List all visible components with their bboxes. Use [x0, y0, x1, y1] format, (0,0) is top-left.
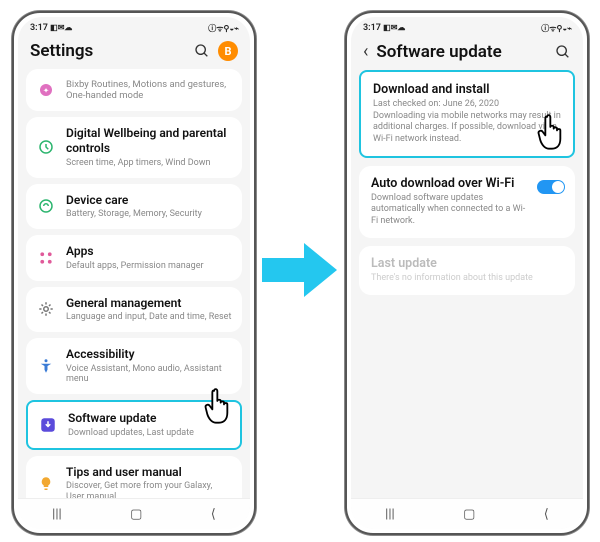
device-icon — [36, 196, 56, 216]
settings-item-sub: Voice Assistant, Mono audio, Assistant m… — [66, 364, 232, 386]
home-button[interactable]: ▢ — [463, 507, 475, 522]
status-right-icons: ⓘ ᯤ ⚲ ◒ ⌁ — [541, 23, 571, 34]
back-button[interactable]: ⟨ — [211, 507, 216, 522]
wellbeing-icon — [36, 137, 56, 157]
settings-item-general[interactable]: General managementLanguage and input, Da… — [26, 287, 242, 332]
settings-item-sub: Language and input, Date and time, Reset — [66, 312, 232, 323]
screen-software-update: 3:17 ◧ ✉ ☁ ⓘ ᯤ ⚲ ◒ ⌁ ‹ Software update D… — [351, 17, 583, 529]
settings-item-bixby[interactable]: ✦ Bixby Routines, Motions and gestures, O… — [26, 69, 242, 111]
page-title: Software update — [376, 42, 547, 62]
settings-item-sub: Battery, Storage, Memory, Security — [66, 209, 232, 220]
settings-item-title: Accessibility — [66, 347, 232, 363]
update-icon — [38, 415, 58, 435]
update-item-sub: Download software updates automatically … — [371, 193, 563, 228]
settings-item-sub: Download updates, Last update — [68, 428, 230, 439]
apps-icon — [36, 248, 56, 268]
settings-item-apps[interactable]: AppsDefault apps, Permission manager — [26, 235, 242, 280]
back-icon[interactable]: ‹ — [363, 41, 368, 62]
status-left-icons: ◧ ✉ ☁ — [383, 23, 404, 32]
bixby-icon: ✦ — [36, 80, 56, 100]
update-item-title: Last update — [371, 256, 563, 271]
home-button[interactable]: ▢ — [130, 507, 142, 522]
update-item[interactable]: Auto download over Wi-Fi Download softwar… — [359, 166, 575, 238]
settings-item-sub: Bixby Routines, Motions and gestures, On… — [66, 79, 232, 102]
status-bar: 3:17 ◧ ✉ ☁ ⓘ ᯤ ⚲ ◒ ⌁ — [351, 17, 583, 37]
settings-item-device[interactable]: Device careBattery, Storage, Memory, Sec… — [26, 184, 242, 229]
status-right-icons: ⓘ ᯤ ⚲ ◒ ⌁ — [208, 23, 238, 34]
settings-item-title: Software update — [68, 411, 230, 427]
phone-frame-software-update: 3:17 ◧ ✉ ☁ ⓘ ᯤ ⚲ ◒ ⌁ ‹ Software update D… — [345, 11, 589, 535]
recents-button[interactable]: ||| — [385, 507, 395, 522]
svg-text:✦: ✦ — [43, 86, 50, 95]
settings-item-title: Digital Wellbeing and parental controls — [66, 126, 232, 157]
access-icon — [36, 356, 56, 376]
settings-item-access[interactable]: AccessibilityVoice Assistant, Mono audio… — [26, 338, 242, 394]
settings-item-wellbeing[interactable]: Digital Wellbeing and parental controlsS… — [26, 117, 242, 178]
settings-item-sub: Screen time, App timers, Wind Down — [66, 158, 232, 169]
status-bar: 3:17 ◧ ✉ ☁ ⓘ ᯤ ⚲ ◒ ⌁ — [18, 17, 250, 37]
update-item-sub: There's no information about this update — [371, 273, 563, 285]
settings-item-title: Tips and user manual — [66, 465, 232, 481]
search-icon[interactable] — [194, 43, 210, 59]
wifi-toggle[interactable] — [537, 180, 565, 194]
phone-frame-settings: 3:17 ◧ ✉ ☁ ⓘ ᯤ ⚲ ◒ ⌁ Settings B ✦ Bixby R… — [12, 11, 256, 535]
settings-item-title: Device care — [66, 193, 232, 209]
search-icon[interactable] — [555, 44, 571, 60]
settings-header: Settings B — [18, 37, 250, 69]
settings-item-update[interactable]: Software updateDownload updates, Last up… — [26, 400, 242, 449]
update-item-title: Auto download over Wi-Fi — [371, 176, 563, 191]
nav-bar: ||| ▢ ⟨ — [18, 498, 250, 529]
settings-item-title: General management — [66, 296, 232, 312]
back-button[interactable]: ⟨ — [544, 507, 549, 522]
update-item: Last update There's no information about … — [359, 246, 575, 295]
nav-bar: ||| ▢ ⟨ — [351, 498, 583, 529]
general-icon — [36, 299, 56, 319]
update-list: Download and install Last checked on: Jun… — [351, 70, 583, 295]
tips-icon — [36, 474, 56, 494]
update-item-sub: Last checked on: June 26, 2020Downloadin… — [373, 99, 561, 146]
screen-settings: 3:17 ◧ ✉ ☁ ⓘ ᯤ ⚲ ◒ ⌁ Settings B ✦ Bixby R… — [18, 17, 250, 529]
update-item[interactable]: Download and install Last checked on: Jun… — [359, 70, 575, 158]
recents-button[interactable]: ||| — [52, 507, 62, 522]
update-header: ‹ Software update — [351, 37, 583, 70]
page-title: Settings — [30, 41, 186, 61]
status-time: 3:17 — [30, 23, 48, 33]
settings-item-sub: Default apps, Permission manager — [66, 261, 232, 272]
status-left-icons: ◧ ✉ ☁ — [50, 23, 71, 32]
status-time: 3:17 — [363, 23, 381, 33]
settings-list: ✦ Bixby Routines, Motions and gestures, O… — [18, 69, 250, 529]
update-item-title: Download and install — [373, 82, 561, 97]
flow-arrow-icon — [262, 240, 337, 300]
profile-avatar[interactable]: B — [218, 41, 238, 61]
settings-item-title: Apps — [66, 244, 232, 260]
